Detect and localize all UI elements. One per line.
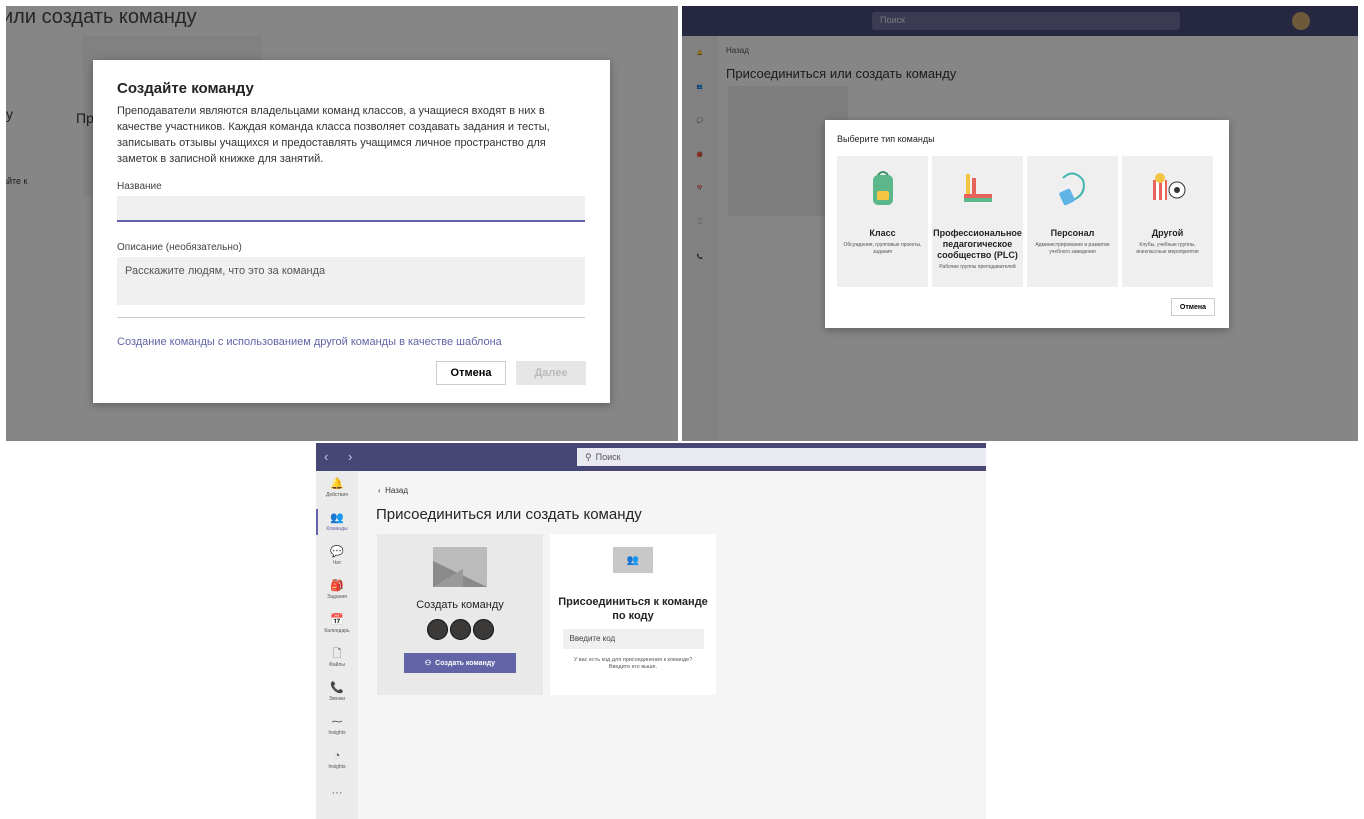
next-button[interactable]: Далее: [516, 361, 586, 385]
create-team-dialog-screen: или создать команду у Пр айте к Создайте…: [6, 6, 678, 441]
tile-title: Класс: [869, 228, 896, 238]
bell-icon: 🔔: [330, 478, 344, 490]
card-title: Присоединиться к команде по коду: [558, 596, 708, 622]
code-hint: У вас есть код для присоединения к коман…: [573, 657, 693, 670]
rail-item-chat[interactable]: 💬 Чат: [316, 539, 358, 573]
team-type-staff[interactable]: Персонал Администрирование и развитие уч…: [1027, 156, 1118, 287]
rail-item-calls[interactable]: 📞 Звонки: [316, 675, 358, 709]
choose-team-type-screen: Поиск 🔔 👥 💬 🎒 📅 🗋 📞 Назад Присоединиться…: [682, 6, 1358, 441]
rail-label: Файлы: [329, 662, 345, 668]
popcorn-ball-icon: [1148, 168, 1188, 208]
search-placeholder: Поиск: [595, 452, 621, 462]
team-description-input[interactable]: Расскажите людям, что это за команда: [117, 257, 585, 305]
backpack-icon: [863, 168, 903, 208]
add-team-icon: ⚇: [424, 660, 432, 667]
rail-label: Команды: [326, 526, 348, 532]
rail-item-assignments[interactable]: 🎒 Задания: [316, 573, 358, 607]
rail-item-files[interactable]: 🗋 Файлы: [316, 641, 358, 675]
rail-label: Задания: [327, 594, 347, 600]
modal-title: Выберите тип команды: [837, 134, 935, 144]
team-type-other[interactable]: Другой Клубы, учебные группы, внеклассны…: [1122, 156, 1213, 287]
rail-label: Insights: [328, 764, 346, 770]
team-type-class[interactable]: Класс Обсуждения, групповые проекты, зад…: [837, 156, 928, 287]
description-label: Описание (необязательно): [117, 242, 242, 253]
rail-label: Чат: [332, 560, 342, 566]
back-link[interactable]: ‹ Назад: [378, 486, 408, 495]
page-title: Присоединиться или создать команду: [376, 506, 642, 523]
create-team-card: Создать команду ⚇ Создать команду: [377, 534, 543, 695]
team-name-input[interactable]: [117, 196, 585, 222]
rail-item-more[interactable]: ···: [316, 777, 358, 811]
team-code-input[interactable]: Введите код: [562, 629, 704, 649]
team-placeholder-image: [433, 547, 487, 587]
divider: [117, 317, 585, 318]
teams-icon: 👥: [613, 547, 653, 573]
team-type-plc[interactable]: Профессиональное педагогическое сообщест…: [932, 156, 1023, 287]
tile-subtitle: Клубы, учебные группы, внеклассные мероп…: [1136, 242, 1199, 255]
backpack-icon: 🎒: [330, 580, 344, 592]
rail-label: Календарь: [324, 628, 350, 634]
modal-description: Преподаватели являются владельцами коман…: [117, 105, 550, 165]
rail-item-insights-2[interactable]: ◔ Insights: [316, 743, 358, 777]
rail-item-teams[interactable]: 👥 Команды: [316, 505, 358, 539]
join-team-card: 👥 Присоединиться к команде по коду Введи…: [550, 534, 716, 695]
rail-label: Insights: [328, 730, 346, 736]
rail-item-calendar[interactable]: 📅 Календарь: [316, 607, 358, 641]
tile-subtitle: Администрирование и развитие учебного за…: [1035, 242, 1110, 255]
rail-label: Звонки: [328, 696, 346, 702]
avatar-group: [426, 619, 494, 640]
app-rail: 🔔 Действия 👥 Команды 💬 Чат 🎒 Задания 📅 Календ…: [316, 471, 358, 819]
search-input[interactable]: ⚲ Поиск: [577, 448, 986, 466]
tile-title: Профессиональное педагогическое сообщест…: [933, 228, 1022, 260]
rail-item-activity[interactable]: 🔔 Действия: [316, 471, 358, 505]
nav-arrows[interactable]: ‹ ›: [324, 449, 360, 464]
cancel-button[interactable]: Отмена: [436, 361, 506, 385]
team-type-modal: Выберите тип команды Класс Обсуждения, г…: [825, 120, 1229, 328]
template-link[interactable]: Создание команды с использованием другой…: [117, 336, 586, 348]
avatar: [472, 619, 494, 640]
pulse-icon: ⁓: [331, 716, 343, 728]
insights-icon: ◔: [333, 750, 341, 762]
calendar-icon: 📅: [330, 614, 344, 626]
button-label: Создать команду: [435, 659, 496, 667]
rail-item-insights[interactable]: ⁓ Insights: [316, 709, 358, 743]
tile-subtitle: Рабочие группы преподавателей: [939, 264, 1016, 270]
tile-title: Персонал: [1050, 228, 1095, 238]
cancel-button[interactable]: Отмена: [1170, 298, 1215, 316]
tile-title: Другой: [1151, 228, 1184, 238]
modal-title: Создайте команду: [117, 80, 254, 97]
join-or-create-team-screen: ‹ › ⚲ Поиск 🔔 Действия 👥 Команды 💬 Чат 🎒 Зад…: [316, 443, 986, 819]
card-title: Создать команду: [416, 599, 504, 611]
chat-icon: 💬: [330, 546, 344, 558]
create-team-modal: Создайте команду Преподаватели являются …: [93, 60, 610, 403]
tile-subtitle: Обсуждения, групповые проекты, задания: [843, 242, 922, 255]
rail-label: Действия: [326, 492, 348, 498]
search-icon: ⚲: [585, 451, 592, 462]
avatar: [449, 619, 471, 640]
phone-icon: 📞: [330, 682, 344, 694]
name-label: Название: [117, 181, 162, 192]
create-team-button[interactable]: ⚇ Создать команду: [404, 653, 516, 673]
avatar: [426, 619, 448, 640]
pencils-books-icon: [958, 168, 998, 208]
teams-icon: 👥: [330, 512, 344, 524]
back-label: Назад: [385, 486, 409, 495]
file-icon: 🗋: [332, 648, 342, 660]
more-icon: ···: [331, 787, 343, 799]
badge-lanyard-icon: [1053, 168, 1093, 208]
title-bar: ‹ › ⚲ Поиск: [316, 443, 986, 471]
